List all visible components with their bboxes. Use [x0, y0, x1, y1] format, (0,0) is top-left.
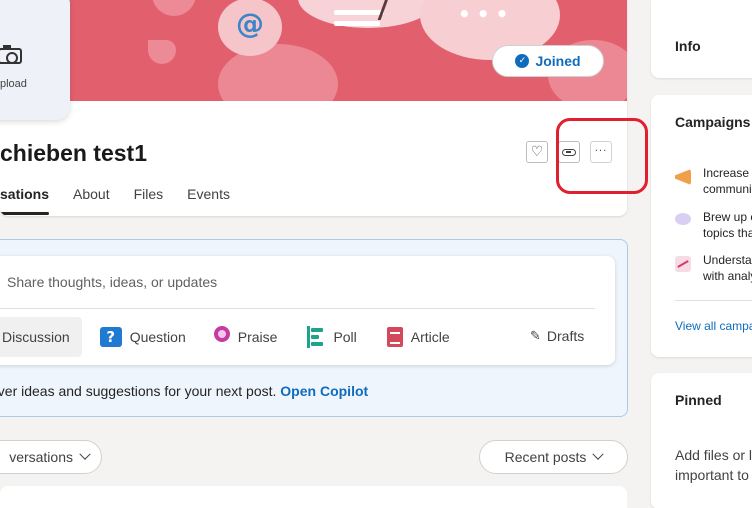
poll-button[interactable]: Poll — [307, 326, 357, 348]
campaign-text: Brew up c — [703, 210, 752, 224]
cover-bubble — [152, 0, 196, 16]
poll-icon — [307, 326, 325, 348]
camera-icon — [0, 45, 22, 64]
copilot-text: over ideas and suggestions for your next… — [0, 383, 277, 399]
praise-button[interactable]: Praise — [213, 326, 278, 348]
poll-label: Poll — [333, 329, 357, 345]
discussion-button[interactable]: Discussion — [0, 317, 82, 357]
info-title: Info — [675, 38, 701, 54]
group-header-card: @ ••• ✓ Joined pload chieben test1 ♡ ···… — [0, 0, 627, 216]
sort-label: Recent posts — [504, 449, 587, 465]
campaigns-card: Campaigns Increase c communi Brew up c top… — [651, 95, 752, 357]
group-photo-upload[interactable]: pload — [0, 0, 70, 120]
pinned-title: Pinned — [675, 392, 722, 408]
composer-card: Share thoughts, ideas, or updates Discus… — [0, 256, 615, 365]
pinned-description: Add files or l important to — [675, 445, 752, 485]
divider — [0, 308, 595, 309]
pinned-text: important to — [675, 467, 749, 483]
campaign-text: topics tha — [703, 226, 752, 240]
campaigns-title: Campaigns — [675, 114, 751, 130]
group-tabs: sations About Files Events — [0, 186, 254, 216]
post-type-bar: Discussion ? Question Praise Poll Articl… — [0, 316, 450, 358]
chat-bubble-icon — [675, 213, 691, 225]
conversations-filter-label: versations — [9, 449, 73, 465]
heart-icon: ♡ — [530, 144, 544, 160]
upload-label: pload — [0, 78, 27, 90]
question-label: Question — [129, 329, 186, 345]
article-icon — [386, 327, 403, 347]
campaign-text: Understa — [703, 253, 752, 267]
typing-dots-icon: ••• — [458, 2, 515, 26]
cover-bubble — [148, 40, 176, 64]
drafts-label: Drafts — [546, 328, 585, 344]
praise-icon — [213, 326, 230, 348]
chevron-down-icon — [592, 448, 605, 460]
at-sign-icon: @ — [236, 7, 264, 40]
copilot-suggestion: over ideas and suggestions for your next… — [0, 383, 368, 399]
trend-chart-icon — [675, 256, 691, 272]
conversations-filter-dropdown[interactable]: versations — [0, 440, 102, 474]
message-lines-icon — [334, 10, 384, 32]
info-card: Info — [651, 0, 752, 78]
praise-label: Praise — [237, 329, 278, 345]
question-button[interactable]: ? Question — [99, 327, 186, 347]
chevron-down-icon — [79, 448, 91, 460]
campaign-text: communi — [703, 182, 752, 196]
sort-dropdown[interactable]: Recent posts — [479, 440, 628, 474]
campaign-text: with analy — [703, 269, 752, 283]
feed-post-card — [0, 486, 627, 508]
pencil-icon: ✎ — [530, 328, 541, 344]
pinned-card: Pinned Add files or l important to — [651, 373, 752, 508]
favorite-button[interactable]: ♡ — [526, 141, 548, 163]
campaign-text: Increase c — [703, 166, 752, 180]
article-label: Article — [410, 329, 450, 345]
article-button[interactable]: Article — [386, 327, 450, 347]
tab-conversations[interactable]: sations — [0, 186, 50, 216]
annotation-highlight — [556, 118, 648, 194]
tab-events[interactable]: Events — [187, 186, 230, 216]
group-cover-image: @ ••• ✓ Joined — [0, 0, 627, 101]
group-title: chieben test1 — [0, 140, 147, 166]
pinned-text: Add files or l — [675, 447, 752, 463]
campaign-item[interactable]: Brew up c topics tha — [675, 209, 752, 241]
open-copilot-link[interactable]: Open Copilot — [280, 383, 368, 399]
tab-files[interactable]: Files — [134, 186, 164, 216]
joined-button[interactable]: ✓ Joined — [492, 45, 604, 77]
campaign-item[interactable]: Understa with analy — [675, 252, 752, 284]
share-input[interactable]: Share thoughts, ideas, or updates — [7, 274, 217, 290]
discussion-label: Discussion — [2, 329, 70, 345]
divider — [675, 300, 752, 301]
campaign-item[interactable]: Increase c communi — [675, 165, 752, 197]
question-icon: ? — [99, 327, 122, 347]
joined-label: Joined — [535, 53, 581, 69]
megaphone-icon — [675, 169, 691, 185]
view-all-campaigns-link[interactable]: View all campa — [675, 319, 752, 333]
drafts-button[interactable]: ✎ Drafts — [530, 328, 584, 344]
checkmark-icon: ✓ — [515, 54, 530, 68]
tab-about[interactable]: About — [73, 186, 110, 216]
